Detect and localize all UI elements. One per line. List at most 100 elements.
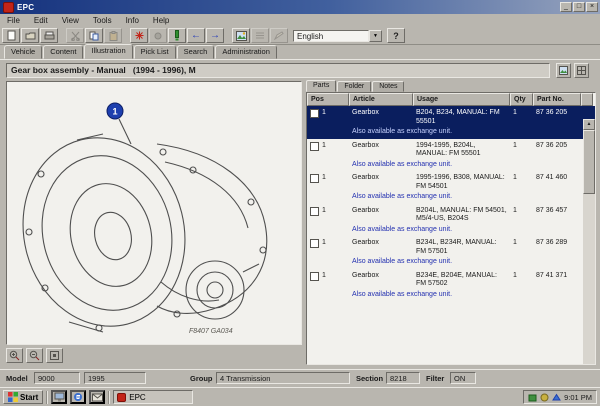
table-row[interactable]: 1GearboxB204, B234, MANUAL: FM 55501187 … — [307, 106, 595, 139]
expand-view-button[interactable] — [574, 63, 589, 78]
tray-icon-2[interactable] — [540, 393, 549, 402]
usage-cell: B234L, B234R, MANUAL: FM 57501 — [413, 239, 510, 256]
model-value: 9000 — [34, 372, 80, 384]
list-view-button[interactable] — [251, 28, 269, 43]
illustration-view-button[interactable] — [232, 28, 250, 43]
year-value: 1995 — [84, 372, 146, 384]
column-header-partno[interactable]: Part No. — [533, 93, 581, 106]
column-header-qty[interactable]: Qty — [510, 93, 533, 106]
pin-button[interactable] — [149, 28, 167, 43]
language-dropdown-button[interactable]: ▼ — [369, 30, 382, 42]
quicklaunch-browser-button[interactable] — [70, 390, 86, 404]
taskbar-epc-button[interactable]: EPC — [113, 390, 193, 404]
menu-tools[interactable]: Tools — [86, 15, 119, 26]
pin-icon — [154, 32, 162, 40]
language-value: English — [293, 30, 369, 42]
pos-value: 1 — [322, 174, 326, 183]
zoom-out-button[interactable] — [26, 348, 43, 363]
paste-button[interactable] — [104, 28, 122, 43]
parts-table-header: PosArticleUsageQtyPart No. — [307, 93, 595, 106]
callout-number: 1 — [112, 107, 117, 117]
help-icon: ? — [393, 31, 399, 41]
qty-cell: 1 — [510, 109, 533, 126]
copy-button[interactable] — [85, 28, 103, 43]
print-button[interactable] — [40, 28, 58, 43]
vertical-scrollbar[interactable]: ▲ ▼ — [583, 119, 595, 364]
language-combo[interactable]: English ▼ — [293, 30, 382, 42]
table-row[interactable]: 1GearboxB204L, MANUAL: FM 54501, M5/4-US… — [307, 204, 595, 237]
tray-icon-3[interactable] — [552, 393, 561, 402]
drawing-caption: F8407 GA034 — [189, 328, 233, 335]
cut-button[interactable] — [66, 28, 84, 43]
forward-button[interactable]: → — [206, 28, 224, 43]
menu-file[interactable]: File — [0, 15, 27, 26]
quicklaunch-desktop-button[interactable] — [51, 390, 67, 404]
content-area: Gear box assembly - Manual (1994 - 1996)… — [0, 59, 600, 369]
usage-cell: B204L, MANUAL: FM 54501, M5/4-US, B204S — [413, 207, 510, 224]
part-no-cell: 87 41 371 — [533, 272, 581, 289]
scrollbar-thumb[interactable] — [583, 130, 595, 194]
notes-view-button[interactable] — [270, 28, 288, 43]
menu-view[interactable]: View — [55, 15, 86, 26]
scroll-up-button[interactable]: ▲ — [583, 119, 595, 130]
thumbnail-button[interactable] — [556, 63, 571, 78]
row-checkbox[interactable] — [310, 239, 319, 248]
article-cell: Gearbox — [349, 239, 413, 256]
pencil-icon — [274, 31, 284, 40]
new-document-button[interactable] — [2, 28, 20, 43]
minimize-icon: _ — [564, 3, 568, 10]
qty-cell: 1 — [510, 272, 533, 289]
tab-illustration[interactable]: Illustration — [84, 44, 132, 59]
copy-icon — [89, 31, 99, 41]
minimize-button[interactable]: _ — [560, 2, 572, 12]
actual-size-icon — [50, 351, 59, 360]
start-button[interactable]: Start — [3, 390, 43, 404]
column-header-article[interactable]: Article — [349, 93, 413, 106]
menu-help[interactable]: Help — [146, 15, 176, 26]
close-button[interactable]: × — [586, 2, 598, 12]
pos-value: 1 — [322, 142, 326, 151]
pos-cell: 1 — [307, 109, 349, 126]
table-row[interactable]: 1Gearbox1995-1996, B308, MANUAL: FM 5450… — [307, 171, 595, 204]
help-button[interactable]: ? — [387, 28, 405, 43]
row-checkbox[interactable] — [310, 109, 319, 118]
row-checkbox[interactable] — [310, 142, 319, 151]
row-checkbox[interactable] — [310, 174, 319, 183]
pos-value: 1 — [322, 239, 326, 248]
article-cell: Gearbox — [349, 174, 413, 191]
menu-info[interactable]: Info — [119, 15, 146, 26]
illustration-canvas[interactable]: 1 F8407 GA034 — [6, 81, 302, 345]
row-checkbox[interactable] — [310, 207, 319, 216]
maximize-button[interactable]: □ — [573, 2, 585, 12]
exchange-note: Also available as exchange unit. — [349, 224, 581, 235]
parts-tab-parts[interactable]: Parts — [306, 80, 336, 92]
zoom-in-button[interactable] — [6, 348, 23, 363]
tray-icon-1[interactable] — [528, 393, 537, 402]
table-row[interactable]: 1GearboxB234L, B234R, MANUAL: FM 5750118… — [307, 236, 595, 269]
zoom-out-icon — [29, 350, 40, 361]
column-header-usage[interactable]: Usage — [413, 93, 510, 106]
open-button[interactable] — [21, 28, 39, 43]
tab-search[interactable]: Search — [177, 45, 215, 59]
exchange-note: Also available as exchange unit. — [349, 256, 581, 267]
qty-cell: 1 — [510, 239, 533, 256]
column-header-pos[interactable]: Pos — [307, 93, 349, 106]
tab-content[interactable]: Content — [43, 45, 83, 59]
tab-pick-list[interactable]: Pick List — [134, 45, 176, 59]
table-row[interactable]: 1GearboxB234E, B204E, MANUAL: FM 5750218… — [307, 269, 595, 302]
back-button[interactable]: ← — [187, 28, 205, 43]
exchange-note: Also available as exchange unit. — [349, 289, 581, 300]
parts-tab-notes[interactable]: Notes — [372, 81, 404, 92]
row-checkbox[interactable] — [310, 272, 319, 281]
parts-tab-folder[interactable]: Folder — [337, 81, 371, 92]
usage-cell: 1994-1995, B204L, MANUAL: FM 55501 — [413, 142, 510, 159]
menu-edit[interactable]: Edit — [27, 15, 55, 26]
actual-size-button[interactable] — [46, 348, 63, 363]
info-flag-button[interactable] — [168, 28, 186, 43]
tab-vehicle[interactable]: Vehicle — [4, 45, 42, 59]
mark-part-button[interactable] — [130, 28, 148, 43]
table-row[interactable]: 1Gearbox1994-1995, B204L, MANUAL: FM 555… — [307, 139, 595, 172]
tab-administration[interactable]: Administration — [215, 45, 277, 59]
quicklaunch-mail-button[interactable] — [89, 390, 105, 404]
pos-value: 1 — [322, 109, 326, 118]
